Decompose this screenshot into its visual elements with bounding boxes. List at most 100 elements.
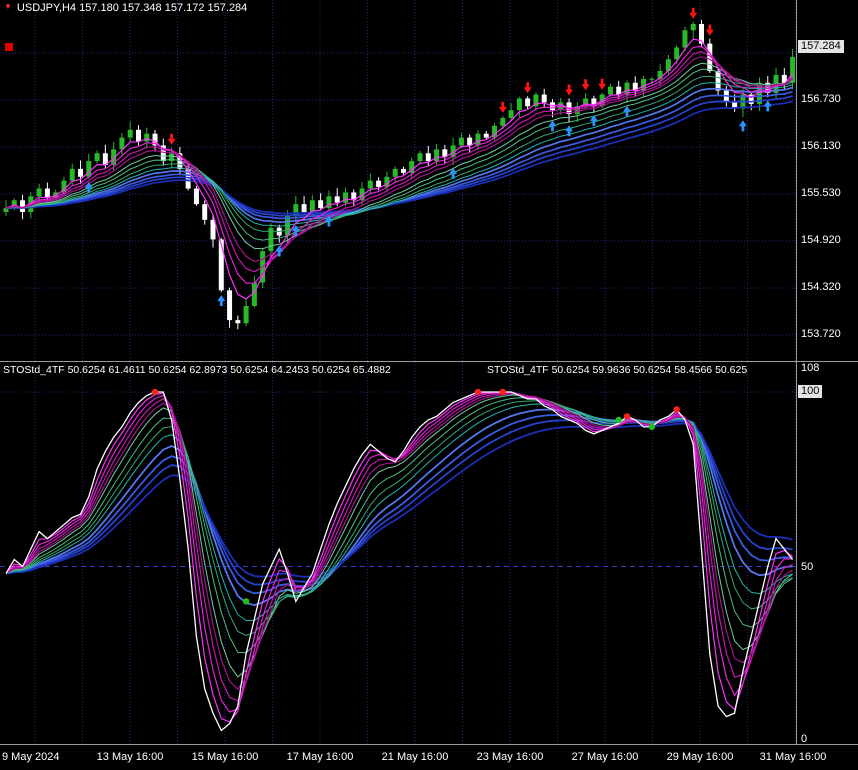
time-axis-label: 17 May 16:00 <box>286 751 354 763</box>
axis-label: 155.530 <box>801 187 841 199</box>
signal-dot-red <box>499 388 506 396</box>
time-axis-label: 9 May 2024 <box>2 751 60 763</box>
candle <box>69 168 75 181</box>
buy-arrow-icon <box>623 105 631 117</box>
current-value-box: 157.284 <box>798 40 844 53</box>
candle <box>516 98 522 111</box>
indicator-label-2: STOStd_4TF 50.6254 59.9636 50.6254 58.45… <box>487 364 748 376</box>
signal-dot-red <box>151 388 159 396</box>
candle <box>227 290 233 321</box>
candle <box>525 98 531 107</box>
ma-ribbon-line <box>5 62 793 250</box>
candle <box>500 118 506 126</box>
sto-ribbon-line <box>5 392 793 702</box>
time-axis-label: 21 May 16:00 <box>381 751 449 763</box>
signal-dot-green <box>648 423 656 431</box>
chart-title: ▼ USDJPY,H4 157.180 157.348 157.172 157.2… <box>4 2 247 14</box>
sto-ribbon-line <box>5 391 793 713</box>
indicator-label-1: STOStd_4TF 50.6254 61.4611 50.6254 62.89… <box>3 364 391 376</box>
time-axis-label: 23 May 16:00 <box>476 751 544 763</box>
axis-label: 154.920 <box>801 234 841 246</box>
sto-ribbon-line <box>5 391 793 723</box>
panel-resize-divider[interactable] <box>0 361 858 362</box>
terminal-window: ▼ USDJPY,H4 157.180 157.348 157.172 157.2… <box>0 0 858 770</box>
candle <box>293 204 299 216</box>
candle <box>458 137 464 146</box>
sell-arrow-icon <box>598 78 607 90</box>
candle <box>682 30 688 48</box>
candle <box>202 204 208 220</box>
candle <box>674 47 680 60</box>
time-axis-divider <box>0 744 858 745</box>
candle <box>20 200 26 213</box>
candle <box>44 188 50 198</box>
candle <box>541 94 547 103</box>
sell-arrow-icon <box>705 24 714 36</box>
time-axis-label: 15 May 16:00 <box>191 751 259 763</box>
sell-arrow-icon <box>581 79 590 91</box>
sell-arrow-icon <box>565 84 574 96</box>
candle <box>119 137 125 150</box>
candle <box>94 153 100 162</box>
time-axis-label: 13 May 16:00 <box>96 751 164 763</box>
candle <box>483 133 489 138</box>
candle <box>243 306 249 324</box>
axis-label: 156.130 <box>801 140 841 152</box>
indicator-panel[interactable] <box>0 362 796 744</box>
candle <box>607 86 613 95</box>
candle <box>367 180 373 189</box>
candle <box>715 71 721 91</box>
time-scale[interactable]: 9 May 2024 13 May 16:00 15 May 16:00 17 May… <box>0 745 858 770</box>
candle <box>417 153 423 162</box>
axis-divider <box>796 0 797 744</box>
candle <box>400 168 406 173</box>
ma-ribbon-line <box>5 51 793 273</box>
main-chart-panel[interactable] <box>0 0 796 362</box>
candle <box>235 320 241 324</box>
candle <box>135 129 141 142</box>
sto-ribbon-line <box>5 422 793 578</box>
candle <box>425 153 431 162</box>
candle <box>301 204 307 213</box>
symbol-marker-icon: ▼ <box>4 2 12 11</box>
time-axis-label: 31 May 16:00 <box>759 751 827 763</box>
signal-dot-green <box>242 598 250 605</box>
candle <box>342 192 348 203</box>
candle <box>508 110 514 119</box>
candle <box>318 200 324 209</box>
ma-ribbon-line <box>5 95 793 217</box>
axis-label: 50 <box>801 561 814 573</box>
candle <box>467 137 473 146</box>
axis-label: 156.730 <box>801 93 841 105</box>
buy-arrow-icon <box>738 120 747 132</box>
sto-main-line <box>5 391 794 732</box>
sell-arrow-icon <box>167 133 176 145</box>
signal-dot-red <box>673 406 680 413</box>
candle <box>36 188 42 197</box>
sell-arrow-icon <box>689 7 698 19</box>
candle <box>376 180 382 187</box>
candle <box>690 24 696 31</box>
signal-dot-green <box>615 416 622 424</box>
candle <box>127 129 133 138</box>
chart-title-text: USDJPY,H4 157.180 157.348 157.172 157.28… <box>16 2 248 14</box>
axis-label: 108 <box>801 362 820 374</box>
price-scale[interactable]: 157.284 156.730 156.130 155.530 154.920 154.3… <box>797 0 858 745</box>
candle <box>392 168 398 177</box>
candle <box>434 149 440 162</box>
buy-arrow-icon <box>548 120 557 132</box>
edge-red-marker-icon <box>5 43 13 51</box>
axis-label: 154.320 <box>801 281 841 293</box>
signal-dot-red <box>623 413 631 420</box>
time-axis-label: 29 May 16:00 <box>666 751 734 763</box>
candle <box>144 133 150 142</box>
candle <box>475 133 481 146</box>
sto-ribbon-line <box>5 393 793 691</box>
sto-ribbon-line <box>5 408 793 607</box>
current-value-box: 100 <box>798 385 823 398</box>
candle <box>334 196 340 203</box>
time-axis-label: 27 May 16:00 <box>571 751 639 763</box>
candle <box>649 78 655 80</box>
sell-arrow-icon <box>498 101 507 113</box>
axis-label: 153.720 <box>801 328 841 340</box>
